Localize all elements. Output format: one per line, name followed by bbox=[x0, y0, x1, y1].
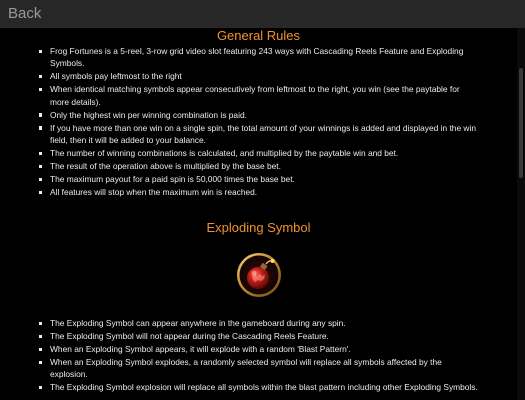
list-item: When identical matching symbols appear c… bbox=[38, 83, 478, 108]
general-rules-list: Frog Fortunes is a 5-reel, 3-row grid vi… bbox=[38, 45, 478, 199]
exploding-symbol-list: The Exploding Symbol can appear anywhere… bbox=[38, 317, 478, 394]
list-item: The result of the operation above is mul… bbox=[38, 160, 478, 172]
rules-content: General Rules Frog Fortunes is a 5-reel,… bbox=[0, 28, 517, 400]
list-item: The number of winning combinations is ca… bbox=[38, 147, 478, 159]
list-item: When an Exploding Symbol appears, it wil… bbox=[38, 343, 478, 355]
list-item: All features will stop when the maximum … bbox=[38, 186, 478, 198]
list-item: When an Exploding Symbol explodes, a ran… bbox=[38, 356, 478, 381]
list-item: Frog Fortunes is a 5-reel, 3-row grid vi… bbox=[38, 45, 478, 70]
list-item: If you have more than one win on a singl… bbox=[38, 122, 478, 147]
red-bomb-icon bbox=[237, 253, 281, 297]
general-rules-title: General Rules bbox=[216, 28, 301, 43]
list-item: The Exploding Symbol will not appear dur… bbox=[38, 330, 478, 342]
list-item: All symbols pay leftmost to the right bbox=[38, 70, 478, 82]
list-item: The maximum payout for a paid spin is 50… bbox=[38, 173, 478, 185]
list-item: The Exploding Symbol can appear anywhere… bbox=[38, 317, 478, 329]
scrollbar-thumb[interactable] bbox=[519, 68, 523, 178]
list-item: Only the highest win per winning combina… bbox=[38, 109, 478, 121]
top-bar: Back bbox=[0, 0, 525, 28]
back-button[interactable]: Back bbox=[8, 5, 41, 23]
exploding-symbol-title: Exploding Symbol bbox=[206, 220, 311, 235]
scrollbar[interactable] bbox=[517, 28, 525, 400]
list-item: The Exploding Symbol explosion will repl… bbox=[38, 381, 478, 393]
